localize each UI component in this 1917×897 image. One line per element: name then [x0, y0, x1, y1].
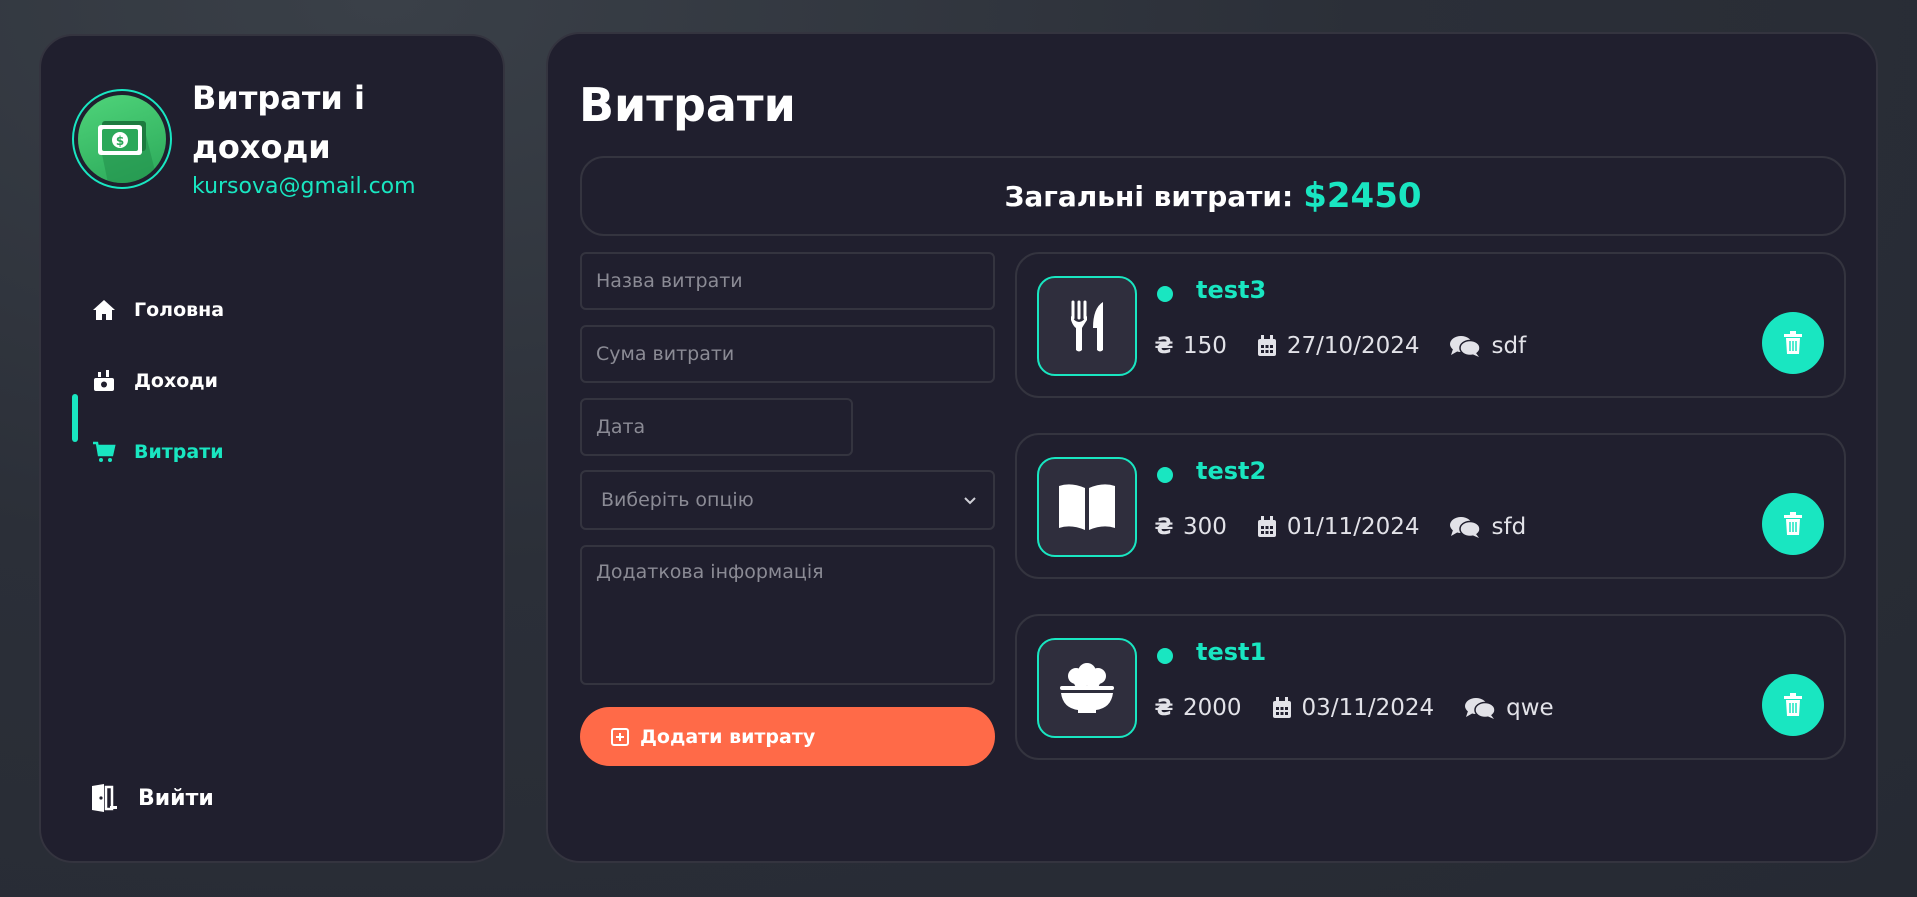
home-icon — [90, 298, 118, 322]
nav-label-income: Доходи — [134, 370, 218, 392]
trash-icon — [1784, 331, 1802, 354]
nav-item-income[interactable]: Доходи — [90, 359, 218, 403]
comments-icon — [1449, 334, 1482, 358]
expense-meta: ₴ 2000 03/11/2024 qwe — [1155, 688, 1584, 728]
nav-label-expenses: Витрати — [134, 441, 224, 463]
hryvnia-icon: ₴ — [1155, 516, 1173, 538]
delete-button[interactable] — [1762, 312, 1824, 374]
user-email: kursova@gmail.com — [192, 174, 416, 199]
logout-button[interactable]: Вийти — [90, 776, 214, 820]
expense-amount: 300 — [1183, 514, 1227, 540]
trash-icon — [1784, 512, 1802, 535]
utensils-icon — [1071, 300, 1103, 352]
expense-date-input[interactable] — [580, 398, 853, 456]
comments-icon — [1464, 696, 1496, 720]
expense-meta: ₴ 300 01/11/2024 sfd — [1155, 507, 1556, 547]
expense-date: 03/11/2024 — [1301, 695, 1435, 721]
expense-amount: 2000 — [1183, 695, 1242, 721]
sidebar: $ Витрати і доходи kursova@gmail.com Гол… — [39, 34, 505, 863]
book-icon — [1059, 484, 1115, 530]
expense-card: test2 ₴ 300 01/11/2024 sfd — [1015, 433, 1846, 579]
total-expenses-box: Загальні витрати: $2450 — [580, 156, 1846, 236]
bowl-food-icon — [1060, 663, 1114, 713]
comments-icon — [1449, 515, 1482, 539]
category-icon-box — [1037, 457, 1137, 557]
hryvnia-icon: ₴ — [1155, 335, 1173, 357]
add-expense-label: Додати витрату — [640, 725, 816, 748]
chevron-down-icon — [963, 489, 977, 511]
category-select[interactable]: Виберіть опцію — [580, 470, 995, 530]
main-panel: Витрати Загальні витрати: $2450 Виберіть… — [546, 32, 1878, 863]
additional-info-textarea[interactable] — [580, 545, 995, 685]
category-select-value: Виберіть опцію — [601, 489, 754, 511]
expense-card: test1 ₴ 2000 03/11/2024 qwe — [1015, 614, 1846, 760]
svg-text:₴: ₴ — [1155, 335, 1173, 357]
svg-text:$: $ — [116, 134, 124, 148]
cart-icon — [90, 440, 118, 464]
svg-text:₴: ₴ — [1155, 697, 1173, 719]
expense-note: sfd — [1491, 514, 1527, 540]
total-expenses-label: Загальні витрати: — [1004, 179, 1294, 213]
delete-button[interactable] — [1762, 493, 1824, 555]
expense-amount-input[interactable] — [580, 325, 995, 383]
active-nav-indicator — [72, 394, 78, 442]
status-dot — [1157, 648, 1173, 664]
door-exit-icon — [90, 784, 120, 812]
nav-item-home[interactable]: Головна — [90, 288, 224, 332]
expense-date: 01/11/2024 — [1286, 514, 1420, 540]
expense-name-input[interactable] — [580, 252, 995, 310]
add-expense-button[interactable]: Додати витрату — [580, 707, 995, 766]
expense-card: test3 ₴ 150 27/10/2024 sdf — [1015, 252, 1846, 398]
delete-button[interactable] — [1762, 674, 1824, 736]
app-title: Витрати і доходи — [192, 79, 365, 166]
expense-note: qwe — [1506, 695, 1554, 721]
calendar-icon — [1257, 335, 1277, 357]
svg-text:₴: ₴ — [1155, 516, 1173, 538]
expense-title: test1 — [1196, 638, 1267, 666]
status-dot — [1157, 467, 1173, 483]
category-icon-box — [1037, 276, 1137, 376]
expense-title: test2 — [1196, 457, 1267, 485]
app-logo: $ — [72, 89, 172, 189]
expense-note: sdf — [1491, 333, 1527, 359]
total-expenses-value: $2450 — [1303, 176, 1422, 216]
expense-date: 27/10/2024 — [1286, 333, 1420, 359]
plus-square-icon — [610, 727, 630, 747]
status-dot — [1157, 286, 1173, 302]
calendar-icon — [1257, 516, 1277, 538]
expense-amount: 150 — [1183, 333, 1227, 359]
expense-meta: ₴ 150 27/10/2024 sdf — [1155, 326, 1556, 366]
trash-icon — [1784, 693, 1802, 716]
money-logo-icon: $ — [98, 121, 158, 183]
nav-item-expenses[interactable]: Витрати — [90, 430, 224, 474]
expense-title: test3 — [1196, 276, 1267, 304]
page-title: Витрати — [579, 78, 796, 132]
calendar-icon — [1272, 697, 1292, 719]
nav-label-home: Головна — [134, 299, 225, 321]
money-bill-icon — [90, 369, 118, 393]
hryvnia-icon: ₴ — [1155, 697, 1173, 719]
category-icon-box — [1037, 638, 1137, 738]
logout-label: Вийти — [138, 785, 214, 811]
